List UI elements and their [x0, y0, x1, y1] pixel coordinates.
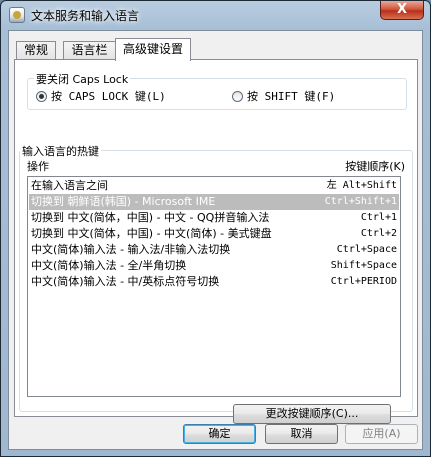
change-key-sequence-button[interactable]: 更改按键顺序(C)...: [233, 404, 391, 424]
tab-panel: 要关闭 Caps Lock 按 CAPS LOCK 键(L) 按 SHIFT 键…: [14, 59, 418, 424]
window-title: 文本服务和输入语言: [31, 9, 140, 23]
cancel-button[interactable]: 取消: [265, 424, 338, 444]
list-item[interactable]: 中文(简体)输入法 - 全/半角切换 Shift+Space: [29, 258, 399, 274]
list-item[interactable]: 在输入语言之间 左 Alt+Shift: [29, 178, 399, 194]
radio-shift-key[interactable]: 按 SHIFT 键(F): [232, 88, 335, 104]
radio-shift-label: 按 SHIFT 键(F): [247, 90, 336, 103]
close-button[interactable]: X: [380, 1, 424, 20]
list-item[interactable]: 中文(简体)输入法 - 输入法/非输入法切换 Ctrl+Space: [29, 242, 399, 258]
tab-advanced-key-settings[interactable]: 高级键设置: [115, 38, 191, 61]
ok-button[interactable]: 确定: [183, 424, 256, 444]
column-header-action: 操作: [27, 160, 49, 173]
radio-caps-lock-label: 按 CAPS LOCK 键(L): [51, 90, 166, 103]
title-bar[interactable]: 文本服务和输入语言 X: [1, 1, 430, 29]
hotkeys-group-label: 输入语言的热键: [20, 143, 101, 159]
tab-language-bar[interactable]: 语言栏: [63, 41, 116, 60]
column-header-key-sequence: 按键顺序(K): [345, 160, 405, 173]
dialog-client: 常规 语言栏 高级键设置 要关闭 Caps Lock 按 CAPS LOCK 键…: [8, 30, 423, 450]
list-item[interactable]: 中文(简体)输入法 - 中/英标点符号切换 Ctrl+PERIOD: [29, 274, 399, 290]
list-item-selected[interactable]: 切换到 朝鲜语(韩国) - Microsoft IME Ctrl+Shift+1: [29, 194, 399, 210]
app-icon: [9, 7, 25, 23]
apply-button[interactable]: 应用(A): [345, 424, 418, 444]
radio-unselected-icon[interactable]: [232, 90, 243, 102]
hotkey-list[interactable]: 在输入语言之间 左 Alt+Shift 切换到 朝鲜语(韩国) - Micros…: [27, 176, 401, 397]
list-item[interactable]: 切换到 中文(简体，中国) - 中文(简体) - 美式键盘 Ctrl+2: [29, 226, 399, 242]
list-item[interactable]: 切换到 中文(简体，中国) - 中文 - QQ拼音输入法 Ctrl+1: [29, 210, 399, 226]
radio-caps-lock-key[interactable]: 按 CAPS LOCK 键(L): [36, 88, 166, 104]
dialog-window: 文本服务和输入语言 X 常规 语言栏 高级键设置 要关闭 Caps Lock 按…: [0, 0, 431, 457]
caps-lock-group-label: 要关闭 Caps Lock: [34, 71, 131, 87]
tab-general[interactable]: 常规: [16, 41, 56, 60]
radio-selected-icon[interactable]: [36, 90, 47, 102]
caps-lock-group: 要关闭 Caps Lock 按 CAPS LOCK 键(L) 按 SHIFT 键…: [27, 71, 407, 110]
